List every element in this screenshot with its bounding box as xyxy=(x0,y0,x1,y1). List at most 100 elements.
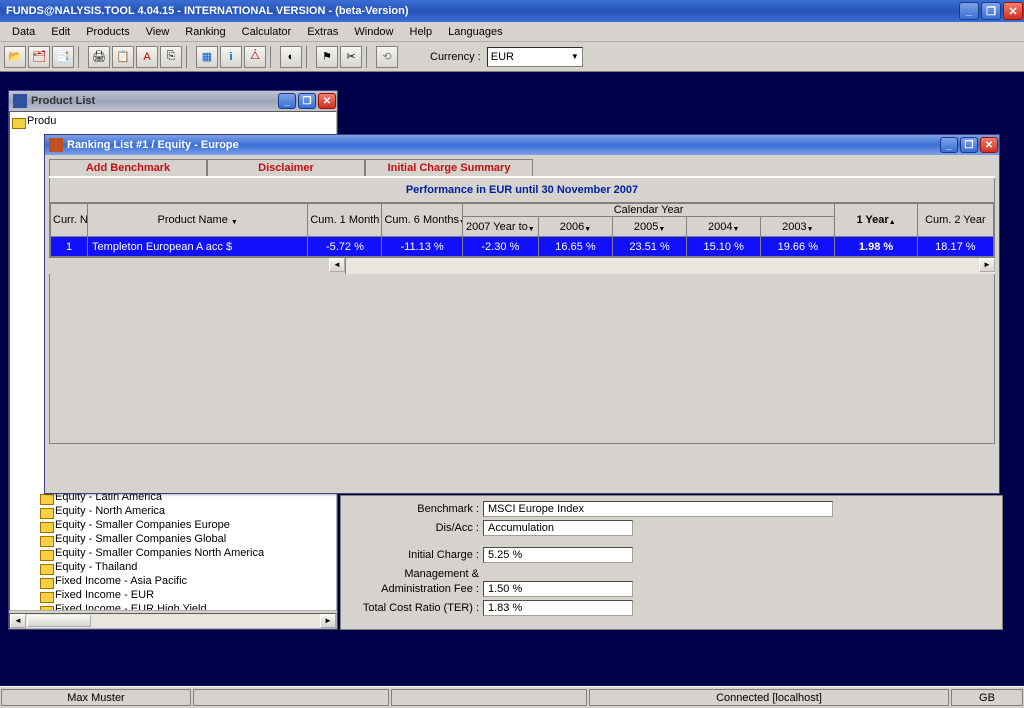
mgmt-label1: Management & xyxy=(349,568,483,580)
grid-scroll-left-icon[interactable]: ◄ xyxy=(329,258,345,272)
menu-view[interactable]: View xyxy=(138,24,178,40)
menu-data[interactable]: Data xyxy=(4,24,43,40)
tree-icon[interactable]: 🗂 xyxy=(28,46,50,68)
col-2003[interactable]: 2003▼ xyxy=(761,217,835,237)
grid-scroll-right-icon[interactable]: ► xyxy=(979,258,995,272)
table-row[interactable]: 1 Templeton European A acc $ -5.72 % -11… xyxy=(51,237,994,257)
menu-ranking[interactable]: Ranking xyxy=(177,24,233,40)
rk-minimize-button[interactable]: _ xyxy=(940,137,958,153)
print-icon[interactable]: 🖨 xyxy=(88,46,110,68)
currency-select[interactable]: EUR ▼ xyxy=(487,47,583,67)
cell-1m: -5.72 % xyxy=(308,237,382,257)
col-2006[interactable]: 2006▼ xyxy=(538,217,612,237)
menubar: Data Edit Products View Ranking Calculat… xyxy=(0,22,1024,42)
ranking-tabs: Add Benchmark Disclaimer Initial Charge … xyxy=(49,159,995,178)
menu-products[interactable]: Products xyxy=(78,24,137,40)
cell-ytd: -2.30 % xyxy=(462,237,538,257)
benchmark-label: Benchmark : xyxy=(349,503,483,515)
tree-item[interactable]: Equity - Smaller Companies Europe xyxy=(12,518,334,532)
cell-name: Templeton European A acc $ xyxy=(88,237,308,257)
scroll-right-icon[interactable]: ► xyxy=(320,614,336,628)
minimize-button[interactable]: _ xyxy=(959,2,979,20)
cell-06: 16.65 % xyxy=(538,237,612,257)
col-cum-6m[interactable]: Cum. 6 Months▼ xyxy=(382,204,462,237)
tab-disclaimer[interactable]: Disclaimer xyxy=(207,159,365,176)
cell-no: 1 xyxy=(51,237,88,257)
table-icon[interactable]: ▦ xyxy=(196,46,218,68)
filter-icon[interactable]: ✂ xyxy=(340,46,362,68)
grid-hscrollbar[interactable]: ◄ ► xyxy=(49,258,995,274)
menu-extras[interactable]: Extras xyxy=(299,24,346,40)
chart-icon[interactable]: ⧊ xyxy=(244,46,266,68)
status-region: GB xyxy=(951,689,1023,706)
maximize-button[interactable]: ❐ xyxy=(981,2,1001,20)
close-button[interactable]: ✕ xyxy=(1003,2,1023,20)
col-2005[interactable]: 2005▼ xyxy=(613,217,687,237)
menu-help[interactable]: Help xyxy=(402,24,441,40)
product-list-titlebar: Product List _ ❐ ✕ xyxy=(9,91,337,111)
col-2004[interactable]: 2004▼ xyxy=(687,217,761,237)
rk-close-button[interactable]: ✕ xyxy=(980,137,998,153)
scroll-thumb[interactable] xyxy=(27,615,91,627)
pie-icon[interactable]: ◐ xyxy=(280,46,302,68)
pl-maximize-button[interactable]: ❐ xyxy=(298,93,316,109)
mgmt-value: 1.50 % xyxy=(483,581,633,597)
list-icon[interactable]: 📑 xyxy=(52,46,74,68)
cell-05: 23.51 % xyxy=(613,237,687,257)
col-1year[interactable]: 1 Year▲ xyxy=(835,204,917,237)
folder-icon xyxy=(40,576,52,587)
ranking-grid: Curr. No. Product Name ▼ Cum. 1 Month▼ C… xyxy=(49,203,995,258)
col-ytd[interactable]: 2007 Year to▼ xyxy=(462,217,538,237)
tab-initial-charge[interactable]: Initial Charge Summary xyxy=(365,159,533,176)
pl-close-button[interactable]: ✕ xyxy=(318,93,336,109)
col-product-name[interactable]: Product Name ▼ xyxy=(88,204,308,237)
cell-1y: 1.98 % xyxy=(835,237,917,257)
info-icon[interactable]: i xyxy=(220,46,242,68)
tree-item[interactable]: Equity - Thailand xyxy=(12,560,334,574)
tab-add-benchmark[interactable]: Add Benchmark xyxy=(49,159,207,176)
tree-hscrollbar[interactable]: ◄ ► xyxy=(9,613,337,629)
folder-icon xyxy=(40,506,52,517)
flag-icon[interactable]: ⚑ xyxy=(316,46,338,68)
col-curr-no[interactable]: Curr. No. xyxy=(51,204,88,237)
cell-03: 19.66 % xyxy=(761,237,835,257)
export-icon[interactable]: ⎘ xyxy=(160,46,182,68)
ranking-title: Ranking List #1 / Equity - Europe xyxy=(67,139,239,151)
initial-label: Initial Charge : xyxy=(349,549,483,561)
tree-item[interactable]: Fixed Income - Asia Pacific xyxy=(12,574,334,588)
folder-icon xyxy=(40,534,52,545)
initial-value: 5.25 % xyxy=(483,547,633,563)
menu-window[interactable]: Window xyxy=(346,24,401,40)
open-icon[interactable]: 📂 xyxy=(4,46,26,68)
ranking-window: Ranking List #1 / Equity - Europe _ ❐ ✕ … xyxy=(44,134,1000,494)
pl-minimize-button[interactable]: _ xyxy=(278,93,296,109)
tree-item[interactable]: Equity - Smaller Companies North America xyxy=(12,546,334,560)
menu-calculator[interactable]: Calculator xyxy=(234,24,300,40)
col-cum-1m[interactable]: Cum. 1 Month▼ xyxy=(308,204,382,237)
pdf-icon[interactable]: A xyxy=(136,46,158,68)
col-calendar-year[interactable]: Calendar Year xyxy=(462,204,835,217)
tree-item[interactable]: Equity - Smaller Companies Global xyxy=(12,532,334,546)
menu-languages[interactable]: Languages xyxy=(440,24,510,40)
refresh-icon[interactable]: ⟲ xyxy=(376,46,398,68)
tree-root[interactable]: Produ xyxy=(12,114,334,128)
chevron-down-icon: ▼ xyxy=(571,52,579,61)
ranking-titlebar: Ranking List #1 / Equity - Europe _ ❐ ✕ xyxy=(45,135,999,155)
folder-icon xyxy=(12,116,24,127)
tree-item[interactable]: Fixed Income - EUR xyxy=(12,588,334,602)
benchmark-value: MSCI Europe Index xyxy=(483,501,833,517)
col-cum-2y[interactable]: Cum. 2 Year xyxy=(917,204,993,237)
main-titlebar: FUNDS@NALYSIS.TOOL 4.04.15 - INTERNATION… xyxy=(0,0,1024,22)
copy-icon[interactable]: 📋 xyxy=(112,46,134,68)
folder-icon xyxy=(40,562,52,573)
scroll-left-icon[interactable]: ◄ xyxy=(10,614,26,628)
tree-item[interactable]: Equity - North America xyxy=(12,504,334,518)
scroll-track[interactable] xyxy=(26,614,320,628)
disacc-label: Dis/Acc : xyxy=(349,522,483,534)
mgmt-label2: Administration Fee : xyxy=(349,583,483,595)
tree-item[interactable]: Fixed Income - EUR High Yield xyxy=(12,602,334,611)
rk-maximize-button[interactable]: ❐ xyxy=(960,137,978,153)
folder-icon xyxy=(40,548,52,559)
cell-6m: -11.13 % xyxy=(382,237,462,257)
menu-edit[interactable]: Edit xyxy=(43,24,78,40)
